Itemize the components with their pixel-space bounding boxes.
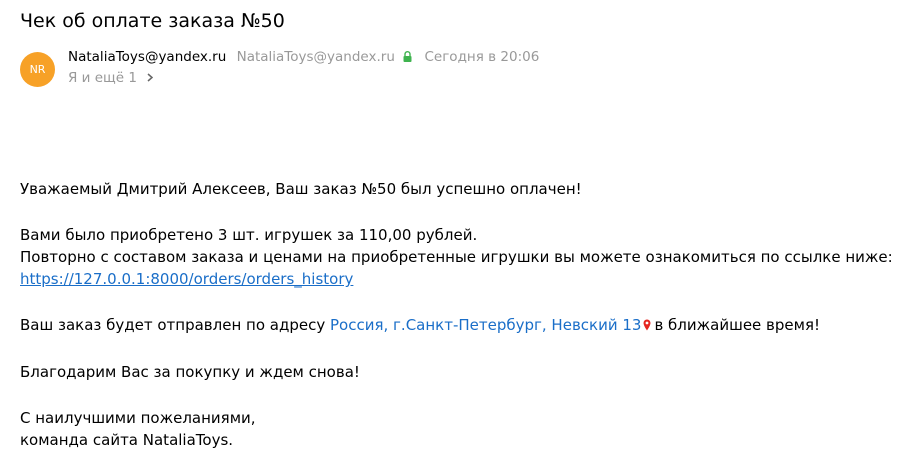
address-link[interactable]: Россия, г.Санкт-Петербург, Невский 13 [330,316,641,334]
signoff-line-1: С наилучшими пожеланиями, [20,409,256,427]
greeting-text: Уважаемый Дмитрий Алексеев, Ваш заказ №5… [20,180,582,198]
signoff-line-2: команда сайта NataliaToys. [20,431,234,449]
email-body: Уважаемый Дмитрий Алексеев, Ваш заказ №5… [20,178,910,451]
thanks-text: Благодарим Вас за покупку и ждем снова! [20,363,360,381]
email-date: Сегодня в 20:06 [424,49,540,65]
review-text: Повторно с составом заказа и ценами на п… [20,248,893,266]
purchase-text: Вами было приобретено 3 шт. игрушек за 1… [20,226,478,244]
sender-name[interactable]: NataliaToys@yandex.ru [68,49,226,65]
sender-email[interactable]: NataliaToys@yandex.ru [237,49,395,65]
recipients-label: Я и ещё 1 [68,70,137,86]
sender-avatar[interactable]: NR [20,52,55,87]
recipients-toggle[interactable]: Я и ещё 1 [68,69,154,87]
email-subject: Чек об оплате заказа №50 [20,10,285,32]
chevron-right-icon [147,69,154,87]
orders-history-link[interactable]: https://127.0.0.1:8000/orders/orders_his… [20,270,353,288]
shipping-line: Ваш заказ будет отправлен по адресу Росс… [20,314,910,337]
sender-line: NataliaToys@yandex.ru NataliaToys@yandex… [68,48,539,67]
map-pin-icon[interactable] [643,315,651,337]
lock-icon [403,49,412,67]
shipping-prefix: Ваш заказ будет отправлен по адресу [20,316,326,334]
shipping-suffix: в ближайшее время! [654,316,820,334]
